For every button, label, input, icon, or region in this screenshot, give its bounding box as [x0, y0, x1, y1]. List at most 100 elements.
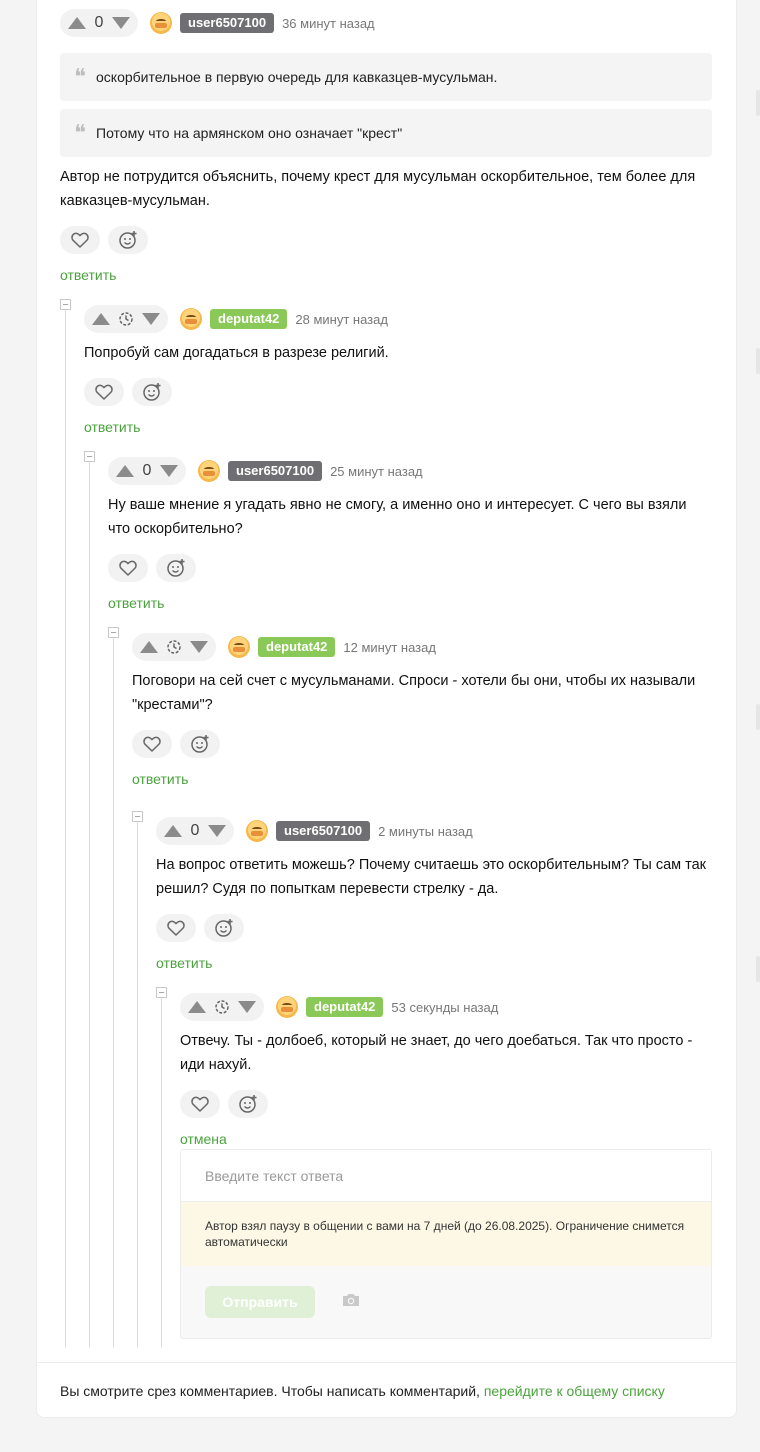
username[interactable]: deputat42 [258, 637, 336, 657]
react-button[interactable] [108, 226, 148, 254]
upvote-icon[interactable] [140, 641, 158, 653]
like-button[interactable] [108, 554, 148, 582]
react-button[interactable] [204, 914, 244, 942]
downvote-icon[interactable] [160, 465, 178, 477]
comment-text: Ну ваше мнение я угадать явно не смогу, … [108, 497, 687, 537]
comment: deputat42 53 секунды назад Отвечу. Ты - … [180, 992, 712, 1147]
downvote-icon[interactable] [208, 825, 226, 837]
thread-line [137, 822, 138, 1347]
react-button[interactable] [228, 1090, 268, 1118]
collapse-toggle[interactable] [132, 811, 143, 822]
heart-icon [119, 560, 137, 576]
timestamp[interactable]: 25 минут назад [330, 464, 423, 479]
downvote-icon[interactable] [190, 641, 208, 653]
timestamp[interactable]: 2 минуты назад [378, 824, 473, 839]
upvote-icon[interactable] [164, 825, 182, 837]
emoji-add-icon [239, 1095, 257, 1113]
avatar[interactable] [150, 12, 172, 34]
all-comments-link[interactable]: перейдите к общему списку [484, 1383, 665, 1399]
comment-header: deputat42 28 минут назад [84, 304, 712, 334]
avatar[interactable] [246, 820, 268, 842]
like-button[interactable] [180, 1090, 220, 1118]
heart-icon [71, 232, 89, 248]
upvote-icon[interactable] [188, 1001, 206, 1013]
comment-header: 0 user6507100 25 минут назад [108, 456, 712, 486]
footer-notice: Вы смотрите срез комментариев. Чтобы нап… [60, 1383, 665, 1399]
reply-text-input[interactable]: Введите текст ответа [181, 1150, 711, 1202]
like-button[interactable] [84, 378, 124, 406]
footer-divider [37, 1362, 736, 1363]
like-button[interactable] [60, 226, 100, 254]
emoji-add-icon [191, 735, 209, 753]
reply-link[interactable]: ответить [60, 267, 712, 283]
vote-count: 0 [94, 14, 104, 31]
thread-line [89, 462, 90, 1347]
reply-link[interactable]: ответить [84, 419, 712, 435]
like-button[interactable] [156, 914, 196, 942]
comment: deputat42 28 минут назад Попробуй сам до… [84, 304, 712, 435]
downvote-icon[interactable] [142, 313, 160, 325]
comment-text: Отвечу. Ты - долбоеб, который не знает, … [180, 1033, 693, 1073]
quote-block: ❝ Потому что на армянском оно означает "… [60, 109, 712, 157]
reply-link[interactable]: ответить [156, 955, 712, 971]
upvote-icon[interactable] [68, 17, 86, 29]
upvote-icon[interactable] [92, 313, 110, 325]
collapse-toggle[interactable] [108, 627, 119, 638]
collapse-toggle[interactable] [156, 987, 167, 998]
comment-header: 0 user6507100 2 минуты назад [156, 816, 712, 846]
avatar[interactable] [198, 460, 220, 482]
timestamp[interactable]: 12 минут назад [343, 640, 436, 655]
vote-control [84, 305, 168, 333]
like-button[interactable] [132, 730, 172, 758]
vote-control: 0 [156, 817, 234, 845]
downvote-icon[interactable] [112, 17, 130, 29]
camera-icon[interactable] [341, 1292, 361, 1313]
avatar[interactable] [180, 308, 202, 330]
thread-line [113, 638, 114, 1347]
react-button[interactable] [180, 730, 220, 758]
collapse-toggle[interactable] [84, 451, 95, 462]
reply-form: Введите текст ответа Автор взял паузу в … [180, 1149, 712, 1339]
reply-link[interactable]: ответить [132, 771, 712, 787]
comment-actions [60, 226, 712, 254]
thread-line [161, 998, 162, 1347]
downvote-icon[interactable] [238, 1001, 256, 1013]
collapse-toggle[interactable] [60, 299, 71, 310]
username[interactable]: user6507100 [276, 821, 371, 841]
timestamp[interactable]: 53 секунды назад [391, 1000, 498, 1015]
username[interactable]: deputat42 [210, 309, 288, 329]
emoji-add-icon [167, 559, 185, 577]
quote-icon: ❝ [74, 67, 86, 87]
react-button[interactable] [132, 378, 172, 406]
emoji-add-icon [143, 383, 161, 401]
restriction-notice: Автор взял паузу в общении с вами на 7 д… [181, 1202, 711, 1266]
heart-icon [167, 920, 185, 936]
comment: 0 user6507100 25 минут назад Ну ваше мне… [108, 456, 712, 611]
comment: 0 user6507100 2 минуты назад На вопрос о… [156, 816, 712, 971]
avatar[interactable] [228, 636, 250, 658]
vote-control: 0 [108, 457, 186, 485]
username[interactable]: user6507100 [228, 461, 323, 481]
clock-icon [118, 311, 134, 327]
username[interactable]: user6507100 [180, 13, 275, 33]
reply-form-footer: Отправить [181, 1266, 711, 1338]
clock-icon [166, 639, 182, 655]
username[interactable]: deputat42 [306, 997, 384, 1017]
timestamp[interactable]: 36 минут назад [282, 16, 375, 31]
timestamp[interactable]: 28 минут назад [295, 312, 388, 327]
footer-text: Вы смотрите срез комментариев. Чтобы нап… [60, 1383, 484, 1399]
cancel-reply-link[interactable]: отмена [180, 1131, 712, 1147]
scroll-marker [756, 90, 760, 116]
quote-text: Потому что на армянском оно означает "кр… [96, 125, 403, 141]
comment-text: На вопрос ответить можешь? Почему считае… [156, 857, 707, 897]
comment-text: Попробуй сам догадаться в разрезе религи… [84, 345, 389, 361]
send-button[interactable]: Отправить [205, 1286, 315, 1318]
emoji-add-icon [215, 919, 233, 937]
reply-link[interactable]: ответить [108, 595, 712, 611]
upvote-icon[interactable] [116, 465, 134, 477]
avatar[interactable] [276, 996, 298, 1018]
heart-icon [95, 384, 113, 400]
react-button[interactable] [156, 554, 196, 582]
comment-header: deputat42 12 минут назад [132, 632, 712, 662]
comment-header: deputat42 53 секунды назад [180, 992, 712, 1022]
